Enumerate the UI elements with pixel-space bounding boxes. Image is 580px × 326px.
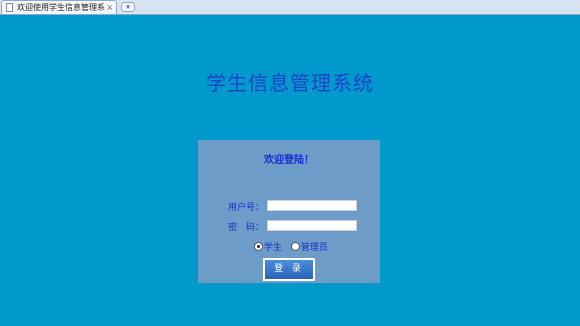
admin-radio[interactable] xyxy=(290,242,300,251)
admin-label: 管理员 xyxy=(300,243,328,253)
login-button-label: 登 录 xyxy=(265,260,313,279)
student-radio[interactable] xyxy=(254,242,263,251)
login-button[interactable]: 登 录 xyxy=(263,258,315,281)
role-selector: 学生 管理员 xyxy=(254,240,334,253)
password-label: 密 码： xyxy=(228,223,265,233)
username-label: 用户号： xyxy=(228,203,265,213)
page-icon xyxy=(6,3,13,12)
browser-tab[interactable]: 欢迎使用学生信息管理系统 × xyxy=(1,0,117,14)
new-tab-dropdown-icon[interactable]: ▾ xyxy=(121,2,135,12)
password-input[interactable] xyxy=(267,220,357,231)
role-option-student[interactable]: 学生 xyxy=(254,240,282,253)
close-icon[interactable]: × xyxy=(106,2,113,13)
browser-tab-strip: 欢迎使用学生信息管理系统 × ▾ xyxy=(0,0,580,15)
login-panel: 欢迎登陆！ 用户号： 密 码： 学生 管理员 登 录 xyxy=(198,140,380,283)
tab-title: 欢迎使用学生信息管理系统 xyxy=(17,3,105,12)
student-label: 学生 xyxy=(264,243,283,253)
welcome-text: 欢迎登陆！ xyxy=(264,155,314,166)
role-option-admin[interactable]: 管理员 xyxy=(290,240,328,253)
username-input[interactable] xyxy=(267,200,357,211)
page-title: 学生信息管理系统 xyxy=(206,71,374,95)
